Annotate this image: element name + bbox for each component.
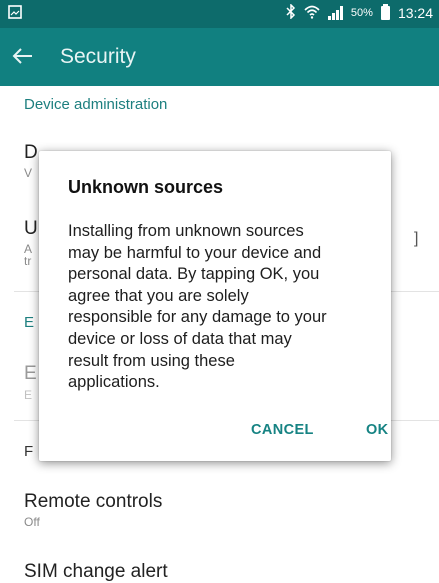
ok-button[interactable]: OK — [366, 422, 389, 438]
battery-icon — [380, 4, 390, 20]
wifi-icon — [304, 5, 320, 22]
status-bar: 50% 13:24 — [0, 0, 439, 28]
dialog-message-line: personal data. By tapping OK, you — [68, 265, 320, 284]
cancel-button[interactable]: CANCEL — [251, 422, 314, 438]
dialog-message-line: Installing from unknown sources — [68, 222, 304, 240]
dialog-message-line: agree that you are solely — [68, 286, 249, 305]
dialog-message-line: applications. — [68, 373, 160, 392]
bluetooth-icon — [286, 3, 296, 22]
dialog-message-line: may be harmful to your device and — [68, 243, 322, 262]
app-bar: Security — [0, 28, 439, 86]
back-arrow-icon[interactable] — [10, 43, 36, 69]
page-title: Security — [60, 45, 136, 68]
dialog-message-line: responsible for any damage to your — [68, 308, 327, 327]
battery-percent: 50% — [350, 7, 373, 19]
screenshot-icon — [8, 5, 22, 24]
dialog-message: Installing from unknown sources may be h… — [68, 221, 374, 394]
unknown-sources-dialog: Unknown sources Installing from unknown … — [39, 151, 391, 461]
dialog-title: Unknown sources — [68, 177, 224, 197]
dialog-message-line: result from using these — [68, 351, 235, 370]
signal-icon — [327, 6, 343, 20]
clock: 13:24 — [397, 5, 433, 21]
dialog-message-line: device or loss of data that may — [68, 329, 292, 348]
